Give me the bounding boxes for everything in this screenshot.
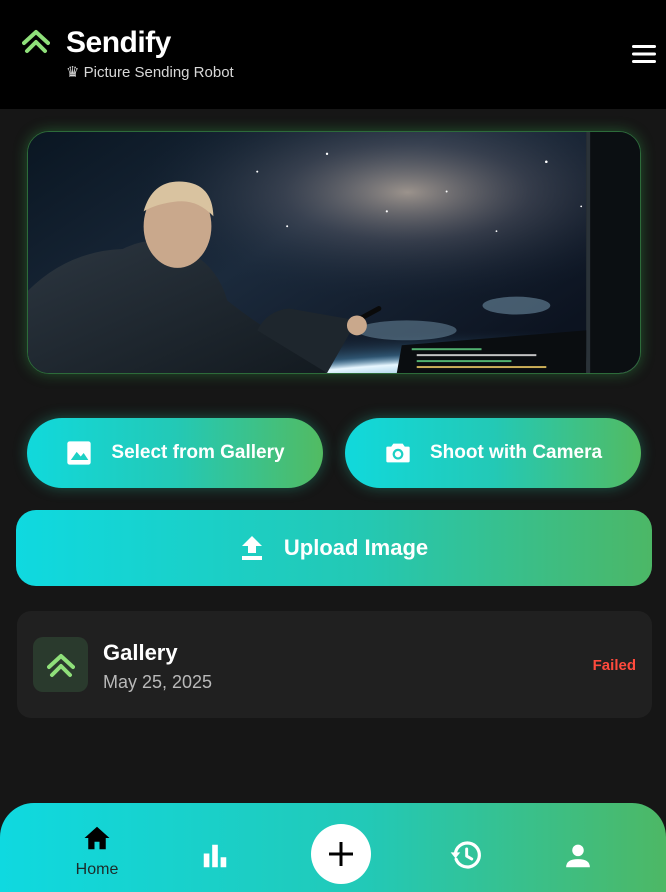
sendify-logo-icon xyxy=(22,30,50,53)
shoot-with-camera-button[interactable]: Shoot with Camera xyxy=(345,418,641,488)
recent-item-thumbnail xyxy=(33,637,88,692)
add-button[interactable] xyxy=(311,824,371,884)
history-icon[interactable] xyxy=(450,839,482,871)
sendify-logo-icon xyxy=(46,653,75,677)
recent-item-title: Gallery xyxy=(103,640,178,665)
image-icon xyxy=(67,441,92,465)
app-header: Sendify ♛ Picture Sending Robot xyxy=(0,0,666,109)
app-title: Sendify xyxy=(66,26,171,59)
camera-icon xyxy=(386,443,410,463)
upload-image-button[interactable]: Upload Image xyxy=(16,510,652,586)
hero-illustration xyxy=(28,132,640,373)
recent-upload-item[interactable]: Gallery May 25, 2025 Failed xyxy=(17,611,652,718)
upload-image-label: Upload Image xyxy=(283,535,429,560)
nav-home[interactable]: Home xyxy=(68,823,126,879)
bar-chart-icon[interactable] xyxy=(200,841,230,871)
select-from-gallery-button[interactable]: Select from Gallery xyxy=(27,418,323,488)
home-icon xyxy=(84,826,110,850)
app-root: Sendify ♛ Picture Sending Robot Select f… xyxy=(0,0,666,892)
person-icon[interactable] xyxy=(563,841,593,871)
recent-item-date: May 25, 2025 xyxy=(103,672,213,692)
upload-icon xyxy=(241,536,262,560)
select-from-gallery-label: Select from Gallery xyxy=(111,442,285,463)
add-icon xyxy=(329,842,353,866)
status-badge: Failed xyxy=(592,657,636,674)
shoot-with-camera-label: Shoot with Camera xyxy=(429,442,603,463)
nav-home-label: Home xyxy=(75,861,119,878)
hamburger-menu-icon[interactable] xyxy=(630,42,658,66)
app-subtitle: ♛ Picture Sending Robot xyxy=(66,64,234,81)
hero-image xyxy=(27,131,641,374)
bottom-navigation: Home xyxy=(0,803,666,892)
